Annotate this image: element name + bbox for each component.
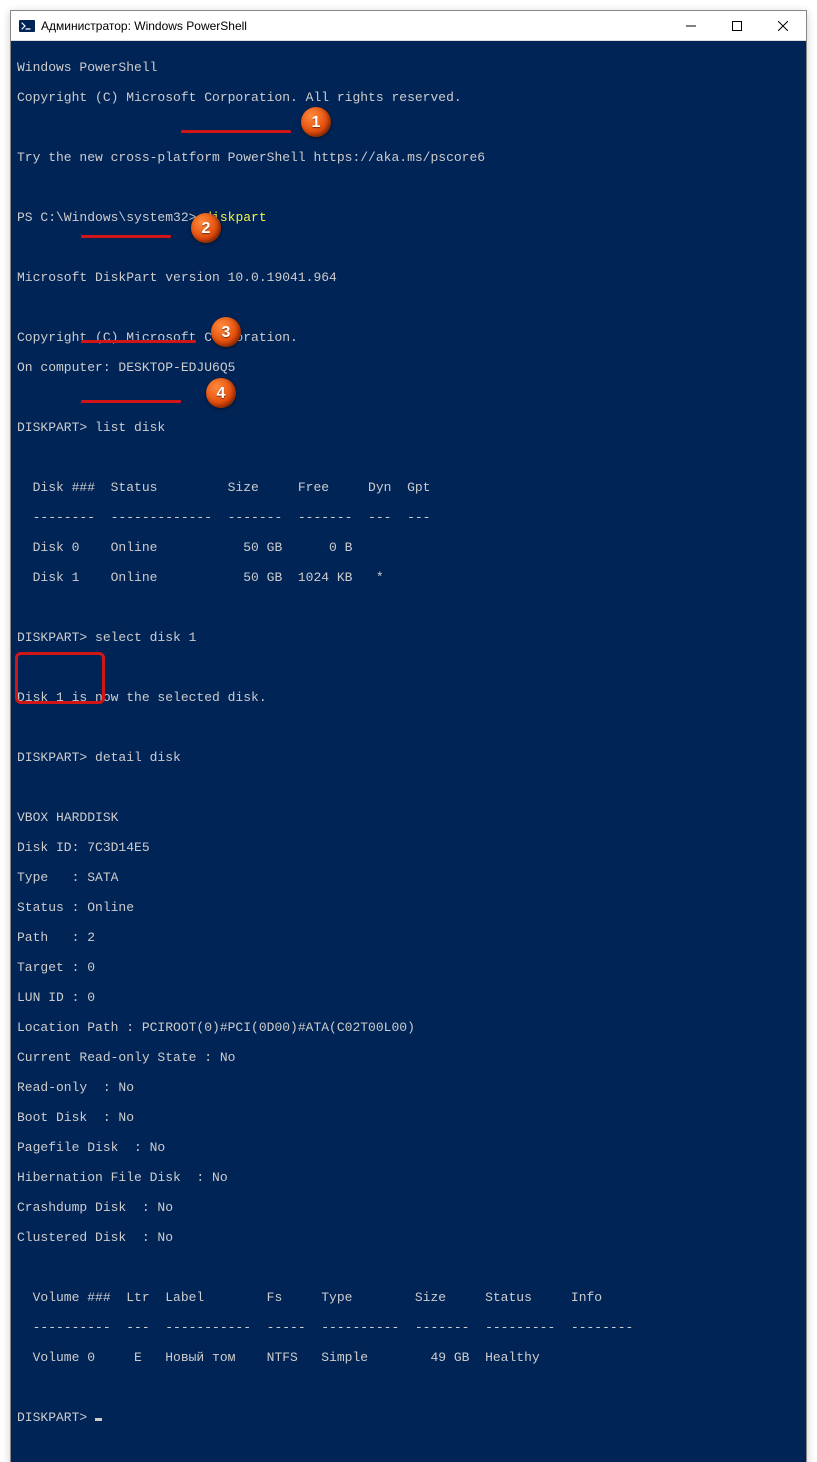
window-titlebar[interactable]: Администратор: Windows PowerShell xyxy=(11,11,806,41)
table-row: Volume 0 E Новый том NTFS Simple 49 GB H… xyxy=(17,1350,800,1365)
output-line: Location Path : PCIROOT(0)#PCI(0D00)#ATA… xyxy=(17,1020,800,1035)
annotation-underline xyxy=(81,340,196,343)
output-line xyxy=(17,720,800,735)
output-line: Path : 2 xyxy=(17,930,800,945)
output-line: Type : SATA xyxy=(17,870,800,885)
table-header: Volume ### Ltr Label Fs Type Size Status… xyxy=(17,1290,800,1305)
output-line: On computer: DESKTOP-EDJU6Q5 xyxy=(17,360,800,375)
prompt-line: DISKPART> detail disk xyxy=(17,750,800,765)
output-line: Clustered Disk : No xyxy=(17,1230,800,1245)
command: detail disk xyxy=(95,750,181,765)
output-line xyxy=(17,450,800,465)
output-line: LUN ID : 0 xyxy=(17,990,800,1005)
output-line xyxy=(17,660,800,675)
output-line: Copyright (C) Microsoft Corporation. All… xyxy=(17,90,800,105)
annotation-callout-3: 3 xyxy=(211,317,241,347)
table-row: Disk 0 Online 50 GB 0 B xyxy=(17,540,800,555)
output-line xyxy=(17,1380,800,1395)
annotation-underline xyxy=(81,235,171,238)
annotation-callout-1: 1 xyxy=(301,107,331,137)
prompt-line: DISKPART> list disk xyxy=(17,420,800,435)
output-line: Target : 0 xyxy=(17,960,800,975)
close-button[interactable] xyxy=(760,11,806,40)
prompt: DISKPART> xyxy=(17,750,95,765)
prompt-line: PS C:\Windows\system32> diskpart xyxy=(17,210,800,225)
output-line: Try the new cross-platform PowerShell ht… xyxy=(17,150,800,165)
output-line: VBOX HARDDISK xyxy=(17,810,800,825)
prompt: DISKPART> xyxy=(17,420,95,435)
annotation-underline xyxy=(181,130,291,133)
window-title: Администратор: Windows PowerShell xyxy=(41,19,668,33)
output-line: Pagefile Disk : No xyxy=(17,1140,800,1155)
output-line xyxy=(17,600,800,615)
output-line: Disk 1 is now the selected disk. xyxy=(17,690,800,705)
window-controls xyxy=(668,11,806,40)
table-row: Disk 1 Online 50 GB 1024 KB * xyxy=(17,570,800,585)
output-line xyxy=(17,180,800,195)
terminal-output[interactable]: Windows PowerShell Copyright (C) Microso… xyxy=(11,41,806,1462)
table-header: Disk ### Status Size Free Dyn Gpt xyxy=(17,480,800,495)
output-line xyxy=(17,780,800,795)
output-line: -------- ------------- ------- ------- -… xyxy=(17,510,800,525)
output-line: Windows PowerShell xyxy=(17,60,800,75)
output-line: Status : Online xyxy=(17,900,800,915)
command: select disk 1 xyxy=(95,630,196,645)
minimize-button[interactable] xyxy=(668,11,714,40)
output-line: Disk ID: 7C3D14E5 xyxy=(17,840,800,855)
output-line: Hibernation File Disk : No xyxy=(17,1170,800,1185)
output-line: ---------- --- ----------- ----- -------… xyxy=(17,1320,800,1335)
powershell-icon xyxy=(19,18,35,34)
prompt: DISKPART> xyxy=(17,630,95,645)
powershell-window: Администратор: Windows PowerShell Window… xyxy=(10,10,807,1462)
cursor xyxy=(95,1418,102,1421)
maximize-button[interactable] xyxy=(714,11,760,40)
prompt: PS C:\Windows\system32> xyxy=(17,210,204,225)
output-line xyxy=(17,120,800,135)
output-line: Read-only : No xyxy=(17,1080,800,1095)
annotation-underline xyxy=(81,400,181,403)
output-line: Current Read-only State : No xyxy=(17,1050,800,1065)
output-line: Boot Disk : No xyxy=(17,1110,800,1125)
prompt-line: DISKPART> select disk 1 xyxy=(17,630,800,645)
output-line: Crashdump Disk : No xyxy=(17,1200,800,1215)
output-line xyxy=(17,300,800,315)
annotation-callout-4: 4 xyxy=(206,378,236,408)
annotation-callout-2: 2 xyxy=(191,213,221,243)
output-line xyxy=(17,1260,800,1275)
output-line xyxy=(17,240,800,255)
output-line: Microsoft DiskPart version 10.0.19041.96… xyxy=(17,270,800,285)
command: list disk xyxy=(95,420,165,435)
prompt-line: DISKPART> xyxy=(17,1410,800,1425)
prompt: DISKPART> xyxy=(17,1410,95,1425)
